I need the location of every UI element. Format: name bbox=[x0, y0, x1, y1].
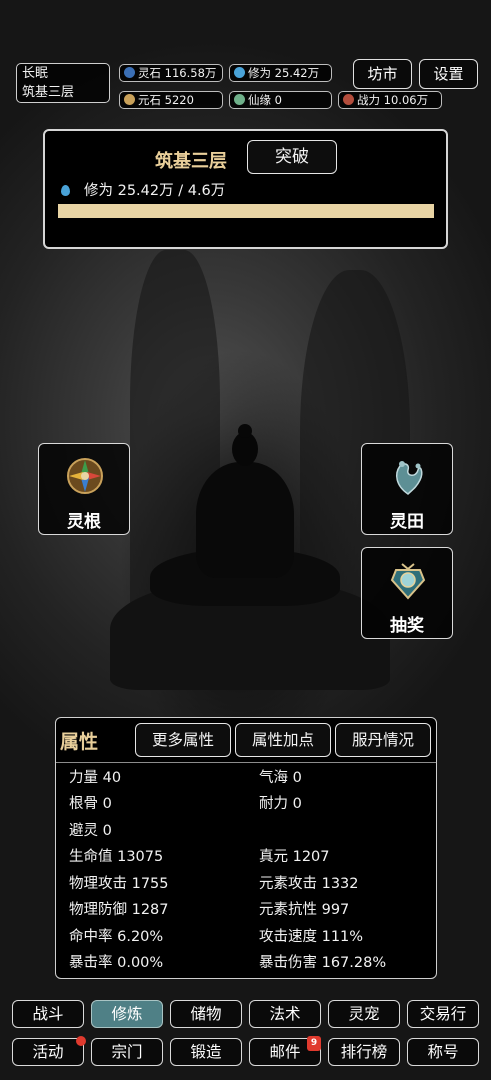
player-info: 长眠 筑基三层 bbox=[16, 63, 110, 103]
xiuwei-resource: 修为 25.42万 bbox=[229, 64, 332, 82]
water-drop-icon bbox=[234, 67, 245, 78]
player-name: 长眠 bbox=[22, 66, 49, 81]
market-button[interactable]: 坊市 bbox=[353, 59, 412, 89]
attribute-endurance: 耐力 0 bbox=[259, 796, 302, 812]
nav-spells[interactable]: 法术 bbox=[249, 1000, 321, 1028]
nav-forge[interactable]: 锻造 bbox=[170, 1038, 242, 1066]
zhanli-resource: 战力 10.06万 bbox=[338, 91, 442, 109]
more-attributes-button[interactable]: 更多属性 bbox=[135, 723, 231, 757]
yuanshi-resource: 元石 5220 bbox=[119, 91, 223, 109]
attributes-panel: 属性 更多属性 属性加点 服丹情况 力量 40 气海 0 根骨 0 耐力 0 避… bbox=[55, 717, 437, 979]
attribute-crit-rate: 暴击率 0.00% bbox=[69, 955, 164, 971]
attribute-hp: 生命值 13075 bbox=[69, 849, 164, 865]
attribute-elemental-attack: 元素攻击 1332 bbox=[259, 876, 359, 892]
linggen-button[interactable]: 灵根 bbox=[38, 443, 130, 535]
mail-badge: 9 bbox=[307, 1036, 321, 1051]
nav-sect[interactable]: 宗门 bbox=[91, 1038, 163, 1066]
attribute-qihai: 气海 0 bbox=[259, 770, 302, 786]
breakthrough-button[interactable]: 突破 bbox=[247, 140, 337, 174]
choujiang-label: 抽奖 bbox=[390, 616, 424, 636]
cultivation-progress-bar bbox=[58, 204, 434, 218]
lingtian-label: 灵田 bbox=[390, 512, 424, 532]
yuanshi-icon bbox=[124, 94, 135, 105]
monk-silhouette-bun bbox=[238, 424, 252, 438]
nav-cultivate[interactable]: 修炼 bbox=[91, 1000, 163, 1028]
attributes-list: 力量 40 气海 0 根骨 0 耐力 0 避灵 0 生命值 13075 真元 1… bbox=[56, 762, 436, 971]
nav-battle[interactable]: 战斗 bbox=[12, 1000, 84, 1028]
lingshi-resource: 灵石 116.58万 bbox=[119, 64, 223, 82]
player-realm: 筑基三层 bbox=[22, 85, 75, 100]
water-drop-icon bbox=[61, 185, 70, 196]
attribute-biling: 避灵 0 bbox=[69, 823, 112, 839]
nav-titles[interactable]: 称号 bbox=[407, 1038, 479, 1066]
linggen-label: 灵根 bbox=[67, 512, 101, 532]
nav-trading[interactable]: 交易行 bbox=[407, 1000, 479, 1028]
monk-silhouette-body bbox=[196, 462, 294, 578]
spirit-root-icon bbox=[67, 458, 103, 494]
realm-title: 筑基三层 bbox=[155, 151, 227, 172]
nav-storage[interactable]: 储物 bbox=[170, 1000, 242, 1028]
nav-events[interactable]: 活动 bbox=[12, 1036, 86, 1066]
notification-dot bbox=[76, 1036, 86, 1046]
cultivation-panel: 筑基三层 突破 修为 25.42万 / 4.6万 bbox=[43, 129, 448, 249]
attribute-crit-damage: 暴击伤害 167.28% bbox=[259, 955, 387, 971]
attribute-points-button[interactable]: 属性加点 bbox=[235, 723, 331, 757]
lingtian-button[interactable]: 灵田 bbox=[361, 443, 453, 535]
attribute-physical-attack: 物理攻击 1755 bbox=[69, 876, 169, 892]
attribute-hit-rate: 命中率 6.20% bbox=[69, 929, 164, 945]
attribute-strength: 力量 40 bbox=[69, 770, 122, 786]
xianyuan-icon bbox=[234, 94, 245, 105]
lottery-icon bbox=[390, 563, 426, 600]
settings-button[interactable]: 设置 bbox=[419, 59, 478, 89]
nav-leaderboard[interactable]: 排行榜 bbox=[328, 1038, 400, 1066]
attributes-title: 属性 bbox=[60, 731, 99, 753]
attribute-elemental-resistance: 元素抗性 997 bbox=[259, 902, 350, 918]
spirit-field-icon bbox=[395, 461, 423, 495]
nav-mail[interactable]: 邮件 9 bbox=[249, 1036, 321, 1066]
pill-status-button[interactable]: 服丹情况 bbox=[335, 723, 431, 757]
attribute-attack-speed: 攻击速度 111% bbox=[259, 929, 364, 945]
xianyuan-resource: 仙缘 0 bbox=[229, 91, 332, 109]
choujiang-button[interactable]: 抽奖 bbox=[361, 547, 453, 639]
attribute-physical-defense: 物理防御 1287 bbox=[69, 902, 169, 918]
cultivation-progress-text: 修为 25.42万 / 4.6万 bbox=[61, 179, 225, 200]
spirit-stone-icon bbox=[124, 67, 135, 78]
attribute-gengu: 根骨 0 bbox=[69, 796, 112, 812]
nav-pets[interactable]: 灵宠 bbox=[328, 1000, 400, 1028]
cultivation-progress-fill bbox=[58, 204, 434, 218]
battle-power-icon bbox=[343, 94, 354, 105]
top-bar: 长眠 筑基三层 灵石 116.58万 修为 25.42万 元石 5220 仙缘 … bbox=[0, 56, 491, 109]
attribute-zhenyuan: 真元 1207 bbox=[259, 849, 330, 865]
